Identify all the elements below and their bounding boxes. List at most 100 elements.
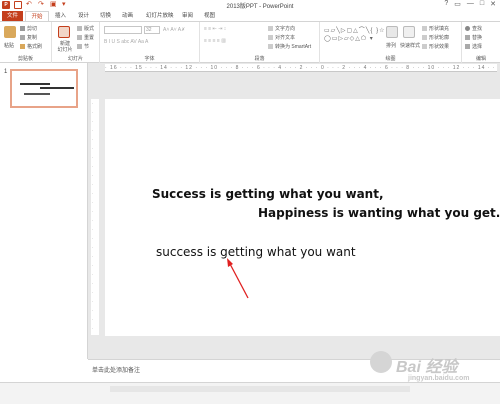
format-painter-button[interactable]: 格式刷	[20, 43, 42, 50]
format-painter-label: 格式刷	[27, 44, 43, 50]
close-icon[interactable]: ✕	[490, 0, 496, 8]
clipboard-group-label: 剪贴板	[17, 56, 33, 62]
font-name-combobox[interactable]	[104, 26, 142, 34]
copy-icon	[20, 35, 25, 41]
replace-button[interactable]: 替换	[465, 34, 482, 41]
smartart-button[interactable]: 转换为 SmartArt	[268, 43, 311, 50]
powerpoint-logo-icon: P	[2, 1, 10, 9]
new-slide-icon[interactable]	[58, 26, 70, 38]
red-arrow-annotation	[227, 258, 249, 299]
layout-icon	[77, 26, 82, 32]
align-text-button[interactable]: 对齐文本	[268, 34, 295, 41]
layout-label: 版式	[84, 26, 95, 32]
ribbon: 粘贴 剪切 复制 格式刷 剪贴板 新建 幻灯片 版式 重置 节 幻灯片 32 A…	[0, 21, 500, 63]
drawing-group-label: 绘图	[385, 56, 396, 62]
arrange-button[interactable]: 排列	[386, 42, 396, 49]
paragraph-group-label: 段落	[254, 56, 265, 62]
font-group-label: 字体	[144, 56, 155, 62]
tab-review[interactable]: 审阅	[182, 11, 193, 21]
text-direction-icon	[268, 26, 273, 32]
section-label: 节	[84, 44, 90, 50]
tab-view[interactable]: 视图	[204, 11, 215, 21]
paste-button[interactable]: 粘贴	[4, 42, 14, 49]
text-direction-label: 文字方向	[275, 26, 296, 32]
help-icon[interactable]: ?	[444, 0, 448, 8]
arrange-icon[interactable]	[386, 26, 398, 38]
magnifier-icon	[465, 26, 470, 32]
window-title: 2013版PPT - PowerPoint	[226, 4, 294, 10]
smartart-label: 转换为 SmartArt	[275, 44, 312, 50]
font-style-buttons[interactable]: B I U S abc AV Aa A	[104, 39, 148, 45]
drawing-group: ▭▱╲▷▢△⌒╲{ }☆ ◯▭▷▱◇△⬠ ▾ 排列 快速样式 形状填充 形状轮廓…	[320, 22, 462, 63]
start-slideshow-icon[interactable]: ▣	[50, 1, 58, 9]
shape-outline-button[interactable]: 形状轮廓	[422, 34, 449, 41]
ribbon-display-icon[interactable]: ▭	[454, 0, 461, 8]
find-button[interactable]: 查找	[465, 25, 482, 32]
baidu-watermark: Bai 经验 jingyan.baidu.com	[370, 345, 490, 400]
quick-access-toolbar: P ↶ ↷ ▣ ▾	[2, 1, 70, 9]
layout-button[interactable]: 版式	[77, 25, 94, 32]
redo-icon[interactable]: ↷	[38, 1, 46, 9]
thumbnail-line	[24, 93, 50, 95]
arrow-head	[227, 258, 233, 267]
alignment-buttons[interactable]: ≡ ≡ ≡ ≡ ▥	[204, 38, 226, 44]
slide-canvas[interactable]: Success is getting what you want, Happin…	[105, 99, 500, 336]
horizontal-ruler-ticks: · 16 · · · 15 · · · 14 · · · 12 · · · 10…	[105, 65, 497, 71]
tab-animations[interactable]: 动画	[122, 11, 133, 21]
minimize-icon[interactable]: —	[467, 0, 474, 8]
reset-button[interactable]: 重置	[77, 34, 94, 41]
editing-group-label: 编辑	[475, 56, 486, 62]
customize-toolbar-icon[interactable]: ▾	[62, 1, 70, 9]
quick-styles-button[interactable]: 快速样式	[400, 42, 420, 49]
tab-home[interactable]: 开始	[25, 11, 49, 21]
maximize-icon[interactable]: □	[480, 0, 484, 8]
thumbnail-line	[20, 83, 50, 85]
watermark-brand: Bai 经验	[396, 359, 458, 376]
horizontal-ruler: · 16 · · · 15 · · · 14 · · · 12 · · · 10…	[105, 64, 497, 72]
thumbnail-line	[40, 87, 74, 89]
section-icon	[77, 44, 82, 50]
align-text-icon	[268, 35, 273, 41]
vertical-ruler-ticks: · · · · · · · · · · · · · · · · · · · · · · · · · ·	[92, 101, 94, 331]
tab-slideshow[interactable]: 幻灯片放映	[146, 11, 174, 21]
copy-button[interactable]: 复制	[20, 34, 37, 41]
clipboard-group: 粘贴 剪切 复制 格式刷 剪贴板	[0, 22, 52, 63]
cut-button[interactable]: 剪切	[20, 25, 37, 32]
slide-number: 1	[4, 69, 8, 75]
align-text-label: 对齐文本	[275, 35, 296, 41]
grow-shrink-font-buttons[interactable]: A˄ A˅ A✗	[163, 27, 185, 33]
paste-icon[interactable]	[4, 26, 16, 38]
shape-fill-button[interactable]: 形状填充	[422, 25, 449, 32]
save-icon[interactable]	[14, 1, 22, 9]
ribbon-tabs: 文件 开始 插入 设计 切换 动画 幻灯片放映 审阅 视图	[0, 11, 500, 21]
tab-insert[interactable]: 插入	[55, 11, 66, 21]
tab-transitions[interactable]: 切换	[100, 11, 111, 21]
reset-icon	[77, 35, 82, 41]
slide-thumbnail-pane: 1	[0, 63, 88, 359]
text-direction-button[interactable]: 文字方向	[268, 25, 295, 32]
undo-icon[interactable]: ↶	[26, 1, 34, 9]
brush-icon	[20, 44, 25, 50]
vertical-ruler: · · · · · · · · · · · · · · · · · · · · · · · · · ·	[91, 99, 99, 335]
list-buttons[interactable]: ≡ ≡ ⇤ ⇥ ↕	[204, 26, 226, 32]
horizontal-scrollbar[interactable]	[110, 386, 410, 392]
new-slide-button[interactable]: 新建 幻灯片	[55, 41, 75, 53]
find-label: 查找	[472, 26, 483, 32]
quick-styles-icon[interactable]	[403, 26, 415, 38]
paint-bucket-icon	[422, 26, 427, 32]
section-button[interactable]: 节	[77, 43, 89, 50]
paragraph-group: ≡ ≡ ⇤ ⇥ ↕ ≡ ≡ ≡ ≡ ▥ 文字方向 对齐文本 转换为 SmartA…	[200, 22, 320, 63]
shapes-gallery-row2[interactable]: ◯▭▷▱◇△⬠ ▾	[324, 35, 374, 42]
notes-placeholder[interactable]: 单击此处添加备注	[92, 365, 140, 374]
effects-icon	[422, 44, 427, 50]
font-size-combobox[interactable]: 32	[144, 26, 160, 34]
select-button[interactable]: 选择	[465, 43, 482, 50]
tab-file[interactable]: 文件	[2, 11, 23, 21]
font-group: 32 A˄ A˅ A✗ B I U S abc AV Aa A 字体	[100, 22, 200, 63]
shape-effects-button[interactable]: 形状效果	[422, 43, 449, 50]
copy-label: 复制	[27, 35, 38, 41]
shapes-gallery[interactable]: ▭▱╲▷▢△⌒╲{ }☆	[324, 25, 385, 34]
shape-fill-label: 形状填充	[429, 26, 450, 32]
tab-design[interactable]: 设计	[78, 11, 89, 21]
slide-thumbnail[interactable]	[10, 69, 78, 108]
